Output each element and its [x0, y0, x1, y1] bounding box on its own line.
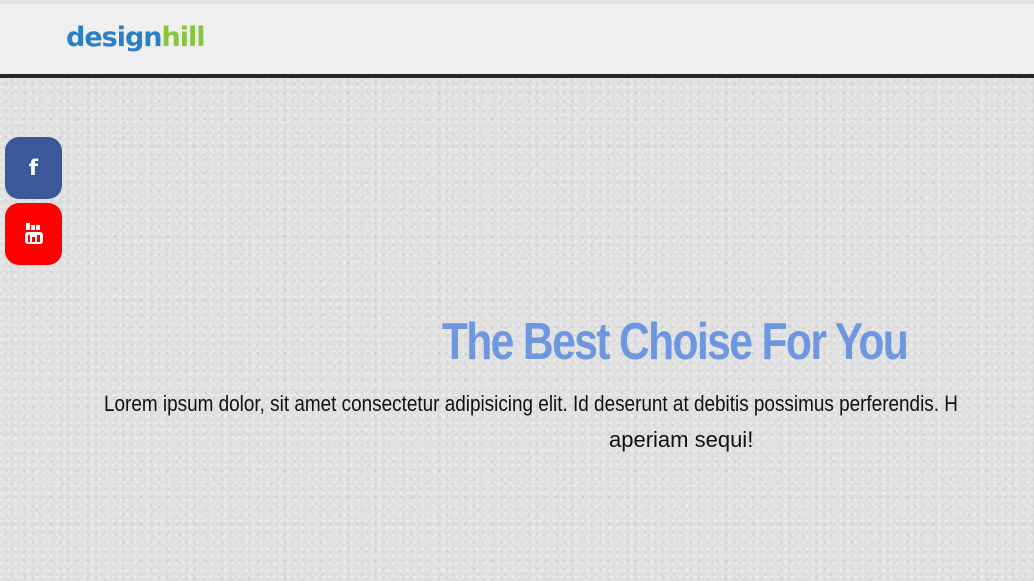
youtube-button[interactable]	[5, 203, 62, 265]
hero-description-line-2: aperiam sequi!	[609, 427, 754, 452]
youtube-icon	[24, 223, 43, 244]
hero-description: Lorem ipsum dolor, sit amet consectetur …	[104, 386, 1034, 458]
site-header: designhill	[0, 3, 1034, 74]
facebook-icon: f	[28, 155, 39, 180]
hero-title: The Best Choise For You	[441, 313, 909, 371]
page: designhill f The Best Choise For You Lor…	[0, 0, 1034, 581]
designhill-logo[interactable]: designhill	[66, 22, 206, 54]
hero-description-line-1: Lorem ipsum dolor, sit amet consectetur …	[104, 391, 958, 416]
facebook-button[interactable]: f	[5, 137, 62, 199]
logo-text-hill: hill	[161, 22, 206, 53]
logo-text-design: design	[66, 22, 163, 53]
